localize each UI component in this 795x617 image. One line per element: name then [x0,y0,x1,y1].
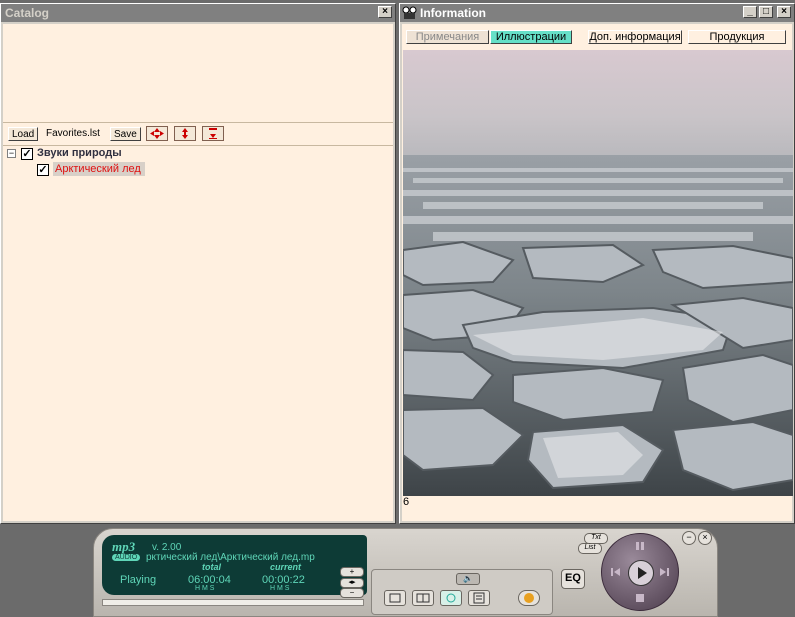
player-close-button[interactable]: × [698,531,712,545]
tree-item-label[interactable]: Арктический лед [53,162,145,176]
information-window: Information _ □ × Примечания Иллюстрации… [399,3,795,524]
move-down-icon [209,128,217,139]
player-logo: mp3 [112,539,136,554]
tab-products[interactable]: Продукция [688,30,786,44]
speaker-icon[interactable]: 🔈 [456,573,480,585]
current-label: current [270,562,302,572]
collapse-toggle[interactable]: − [7,149,16,158]
player-display: mp3 AUDIO v. 2.00 рктический лед\Арктиче… [102,535,367,595]
move-down-button[interactable] [202,126,224,141]
play-status: Playing [120,574,157,586]
playlist-name: Favorites.lst [46,128,100,139]
catalog-body: Load Favorites.lst Save − ✓ Звуки природ… [3,24,393,521]
catalog-titlebar[interactable]: Catalog × [1,4,395,22]
eq-button[interactable]: EQ [561,569,585,589]
stop-button[interactable] [632,592,648,604]
mp3-player: mp3 AUDIO v. 2.00 рктический лед\Арктиче… [93,528,718,617]
transport-panel: 🔈 [371,569,553,615]
seek-bar[interactable] [102,599,364,606]
page-number: 6 [403,496,410,508]
player-minimize-button[interactable]: − [682,531,696,545]
tab-illustrations[interactable]: Иллюстрации [490,30,572,44]
forward-button[interactable] [658,566,672,578]
catalog-close-button[interactable]: × [378,6,392,18]
player-logo-sub: AUDIO [112,554,141,561]
volume-down-button[interactable]: − [340,588,364,598]
save-button[interactable]: Save [110,127,141,141]
app-icon [402,6,417,19]
tree-group-label[interactable]: Звуки природы [37,147,122,159]
minimize-button[interactable]: _ [743,6,757,18]
info-title: Information [420,6,486,20]
balance-button[interactable]: ◂▸ [340,578,364,588]
load-button[interactable]: Load [8,127,39,141]
info-titlebar[interactable]: Information _ □ × [400,4,794,22]
move-all-button[interactable] [146,126,168,141]
close-button[interactable]: × [777,6,791,18]
playlist-button[interactable] [468,590,490,606]
move-all-icon [150,128,164,139]
move-updown-button[interactable] [174,126,196,141]
total-hms: H M S [195,585,215,592]
tab-notes[interactable]: Примечания [406,30,489,44]
item-checkbox[interactable]: ✓ [37,164,49,176]
illustration-image [403,50,793,496]
catalog-title: Catalog [5,6,50,20]
maximize-button[interactable]: □ [759,6,773,18]
catalog-toolbar: Load Favorites.lst Save [3,122,393,146]
list-button[interactable]: List [578,543,602,554]
play-button[interactable] [628,560,654,586]
rewind-button[interactable] [608,566,622,578]
info-body: Примечания Иллюстрации Доп. информация П… [402,24,793,521]
browser-button[interactable] [518,590,540,606]
current-hms: H M S [270,585,290,592]
move-updown-icon [182,128,188,139]
pause-button[interactable] [632,540,648,552]
volume-up-button[interactable]: + [340,567,364,577]
loop-button[interactable] [440,590,462,606]
catalog-window: Catalog × Load Favorites.lst Save − ✓ Зв… [0,3,396,524]
total-label: total [202,562,221,572]
tab-extra-info[interactable]: Доп. информация [588,30,682,44]
prev-button[interactable] [384,590,406,606]
transport-wheel [601,533,679,611]
split-button[interactable] [412,590,434,606]
group-checkbox[interactable]: ✓ [21,148,33,160]
